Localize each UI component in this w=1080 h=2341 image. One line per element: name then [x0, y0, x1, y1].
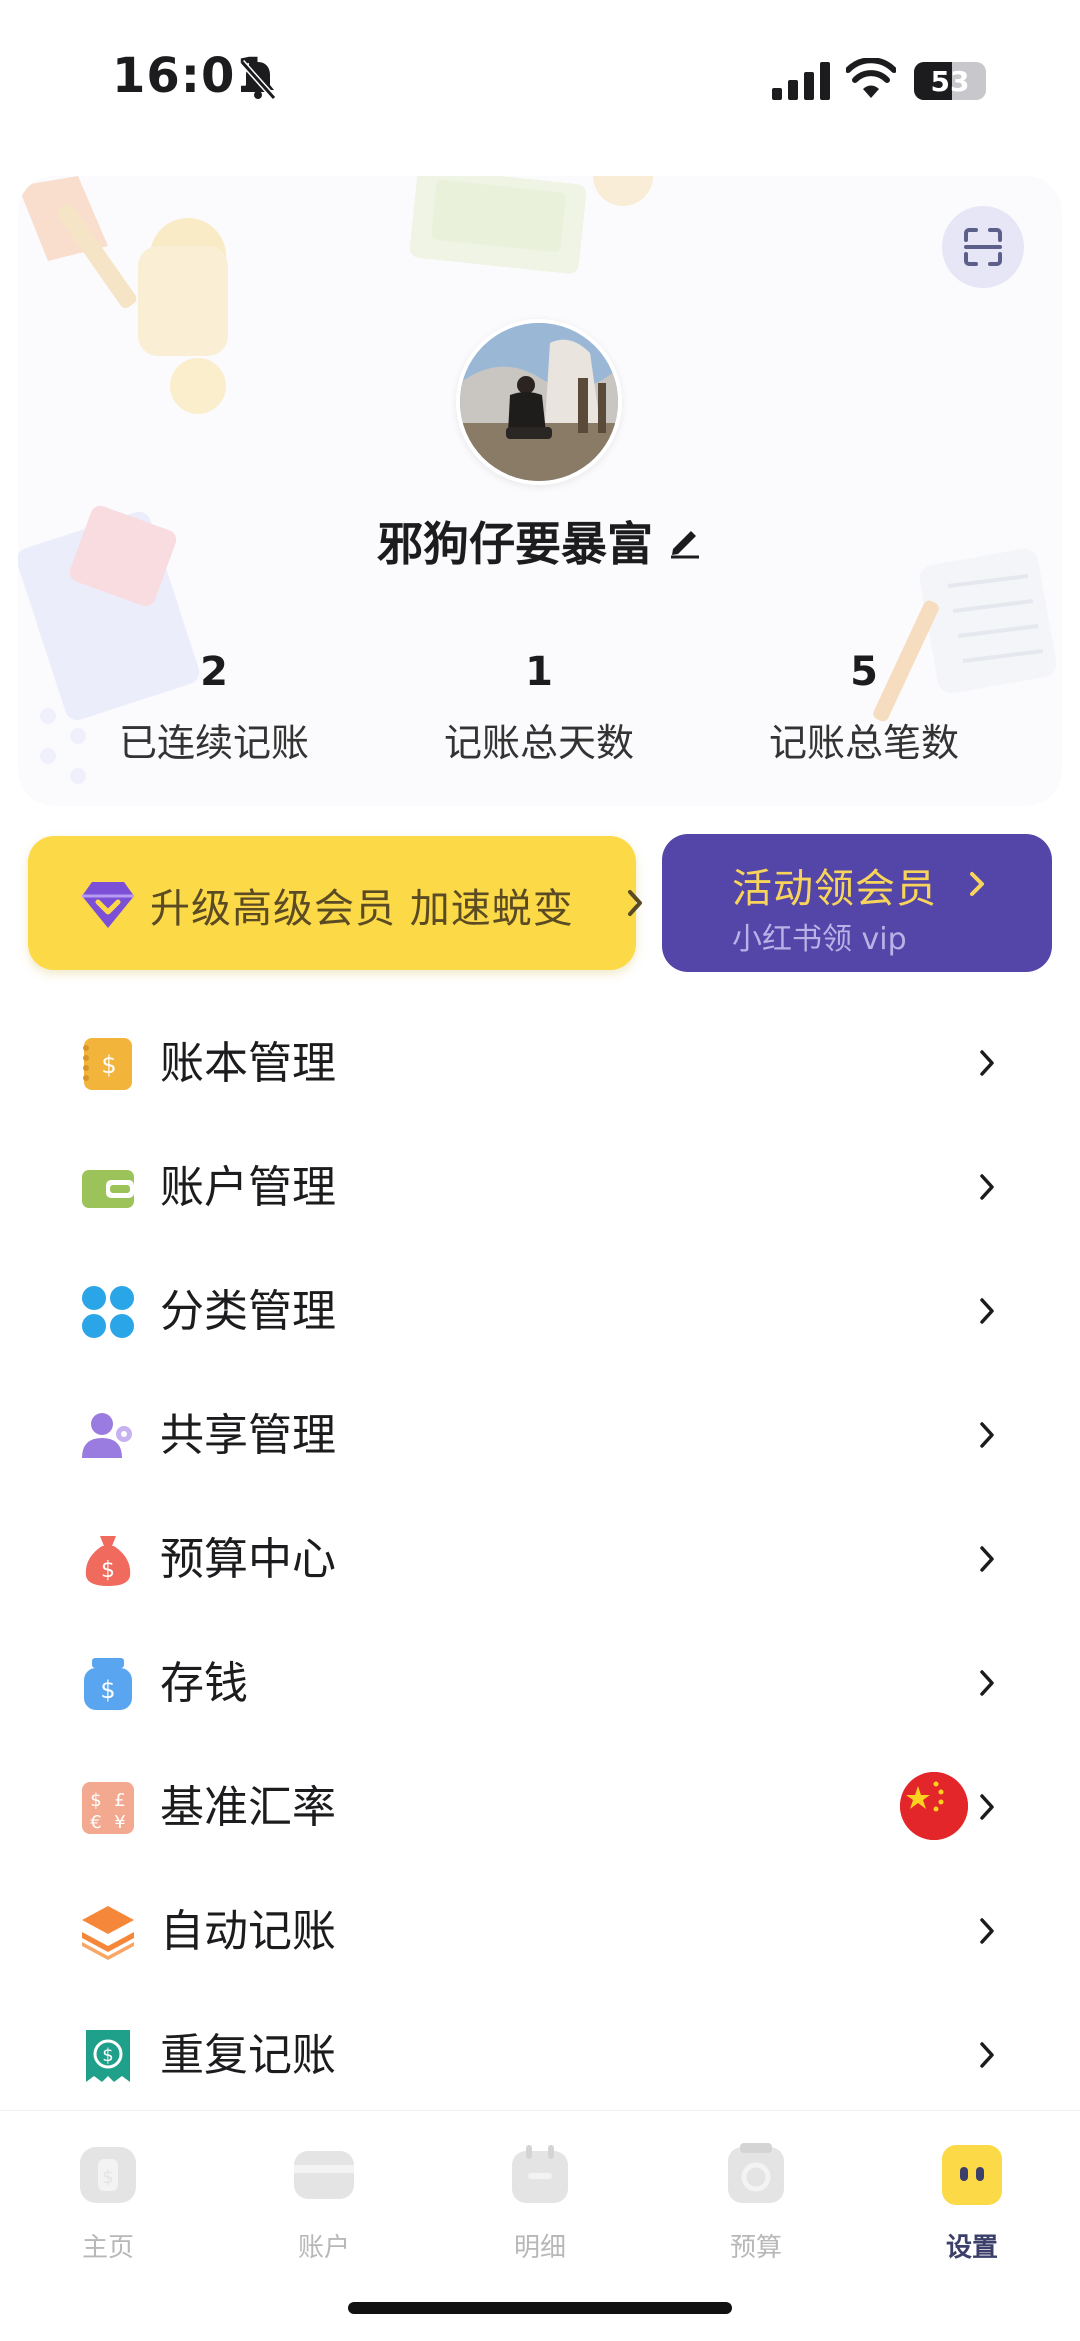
stats-row: 2 已连续记账 1 记账总天数 5 记账总笔数: [18, 646, 1062, 766]
tab-account[interactable]: 账户: [216, 2129, 432, 2269]
menu-item-label: 基准汇率: [160, 1782, 336, 1833]
tab-details[interactable]: 明细: [432, 2129, 648, 2269]
chevron-right-icon: [980, 1298, 994, 1324]
diamond-icon: [82, 882, 134, 928]
claim-vip-subtitle: 小红书领 vip: [732, 922, 907, 957]
scan-button[interactable]: [942, 206, 1024, 288]
username: 邪狗仔要暴富: [377, 517, 653, 571]
menu-item-exchange-rate[interactable]: $ £ € ¥ 基准汇率: [40, 1752, 1040, 1862]
menu-item-label: 账本管理: [160, 1038, 336, 1089]
svg-text:$: $: [101, 1558, 115, 1583]
money-bag-icon: $: [85, 1536, 131, 1586]
profile-card: 邪狗仔要暴富 2 已连续记账 1 记账总天数 5 记账总笔数: [18, 176, 1062, 806]
home-icon: $: [80, 2147, 136, 2203]
svg-text:$: $: [100, 1676, 115, 1704]
menu-item-category[interactable]: 分类管理: [40, 1256, 1040, 1366]
repeat-bill-icon: $: [86, 2030, 130, 2082]
svg-text:$: $: [101, 1051, 116, 1079]
stat-total-days: 1 记账总天数: [379, 646, 699, 767]
menu-item-share[interactable]: 共享管理: [40, 1380, 1040, 1490]
scan-icon: [964, 228, 1002, 266]
claim-vip-title: 活动领会员: [732, 866, 937, 912]
menu-item-account[interactable]: 账户管理: [40, 1132, 1040, 1242]
budget-icon: [728, 2143, 784, 2203]
menu-item-label: 分类管理: [160, 1286, 336, 1337]
chevron-right-icon: [980, 2042, 994, 2068]
menu-item-label: 账户管理: [160, 1162, 336, 1213]
tab-label: 预算: [729, 2233, 782, 2263]
stat-streak: 2 已连续记账: [54, 646, 374, 767]
tab-label: 账户: [297, 2233, 350, 2263]
chevron-right-icon: [980, 1670, 994, 1696]
claim-vip-button[interactable]: 活动领会员 小红书领 vip: [662, 834, 1052, 972]
signal-icon: [772, 62, 830, 100]
wifi-icon: [846, 58, 896, 98]
tab-budget[interactable]: 预算: [648, 2129, 864, 2269]
svg-text:£: £: [114, 1790, 125, 1811]
avatar[interactable]: [456, 319, 622, 485]
stat-value: 2: [200, 649, 228, 695]
china-flag-icon: [900, 1772, 968, 1840]
chevron-right-icon: [980, 1174, 994, 1200]
account-wallet-icon: [294, 2151, 354, 2199]
calendar-icon: [512, 2145, 568, 2203]
status-bar: 16:01 53: [0, 0, 1080, 160]
chevron-right-icon: [980, 1422, 994, 1448]
stat-label: 记账总天数: [443, 721, 634, 765]
wallet-icon: [82, 1170, 134, 1208]
stat-total-entries: 5 记账总笔数: [704, 646, 1024, 767]
menu-item-ledger[interactable]: $ 账本管理: [40, 1008, 1040, 1118]
edit-pencil-icon[interactable]: [667, 523, 703, 559]
settings-face-icon: [942, 2145, 1002, 2205]
tab-settings[interactable]: 设置: [864, 2129, 1080, 2269]
menu-item-label: 重复记账: [160, 2030, 336, 2081]
stat-label: 已连续记账: [118, 721, 309, 765]
stat-value: 1: [525, 649, 553, 695]
svg-text:$: $: [102, 2167, 113, 2188]
menu-item-label: 预算中心: [160, 1534, 336, 1585]
menu-item-auto-bookkeeping[interactable]: 自动记账: [40, 1876, 1040, 1986]
category-icon: [82, 1286, 134, 1338]
tab-home[interactable]: $ 主页: [0, 2129, 216, 2269]
avatar-photo: [460, 323, 618, 481]
home-indicator[interactable]: [348, 2302, 732, 2314]
menu-item-budget[interactable]: $ 预算中心: [40, 1504, 1040, 1614]
chevron-right-icon: [980, 1546, 994, 1572]
battery-icon: 53: [914, 62, 986, 100]
username-row[interactable]: 邪狗仔要暴富: [18, 506, 1062, 576]
stat-label: 记账总笔数: [768, 721, 959, 765]
chevron-right-icon: [980, 1794, 994, 1820]
upgrade-premium-button[interactable]: 升级高级会员 加速蜕变: [28, 836, 642, 970]
menu-item-label: 共享管理: [160, 1410, 336, 1461]
exchange-rate-icon: $ £ € ¥: [82, 1782, 134, 1834]
tab-label: 设置: [945, 2233, 998, 2263]
share-users-icon: [82, 1413, 132, 1458]
ledger-icon: $: [83, 1038, 132, 1090]
svg-text:$: $: [90, 1790, 101, 1811]
menu-item-repeat-bookkeeping[interactable]: $ 重复记账: [40, 2000, 1040, 2110]
svg-text:€: €: [90, 1812, 101, 1833]
menu-item-savings[interactable]: $ 存钱: [40, 1628, 1040, 1738]
bell-off-icon: [239, 60, 277, 100]
svg-text:¥: ¥: [114, 1812, 125, 1833]
layers-icon: [82, 1906, 134, 1960]
stat-value: 5: [850, 649, 878, 695]
battery-percent: 53: [930, 64, 970, 98]
upgrade-premium-label: 升级高级会员 加速蜕变: [150, 886, 574, 932]
chevron-right-icon: [980, 1918, 994, 1944]
tab-label: 明细: [513, 2233, 566, 2263]
svg-text:$: $: [102, 2045, 113, 2066]
menu-item-label: 自动记账: [160, 1906, 336, 1957]
chevron-right-icon: [970, 872, 984, 896]
menu-item-label: 存钱: [160, 1658, 248, 1709]
chevron-right-icon: [980, 1050, 994, 1076]
tab-label: 主页: [81, 2233, 134, 2263]
savings-jar-icon: $: [84, 1658, 132, 1710]
chevron-right-icon: [628, 890, 642, 916]
